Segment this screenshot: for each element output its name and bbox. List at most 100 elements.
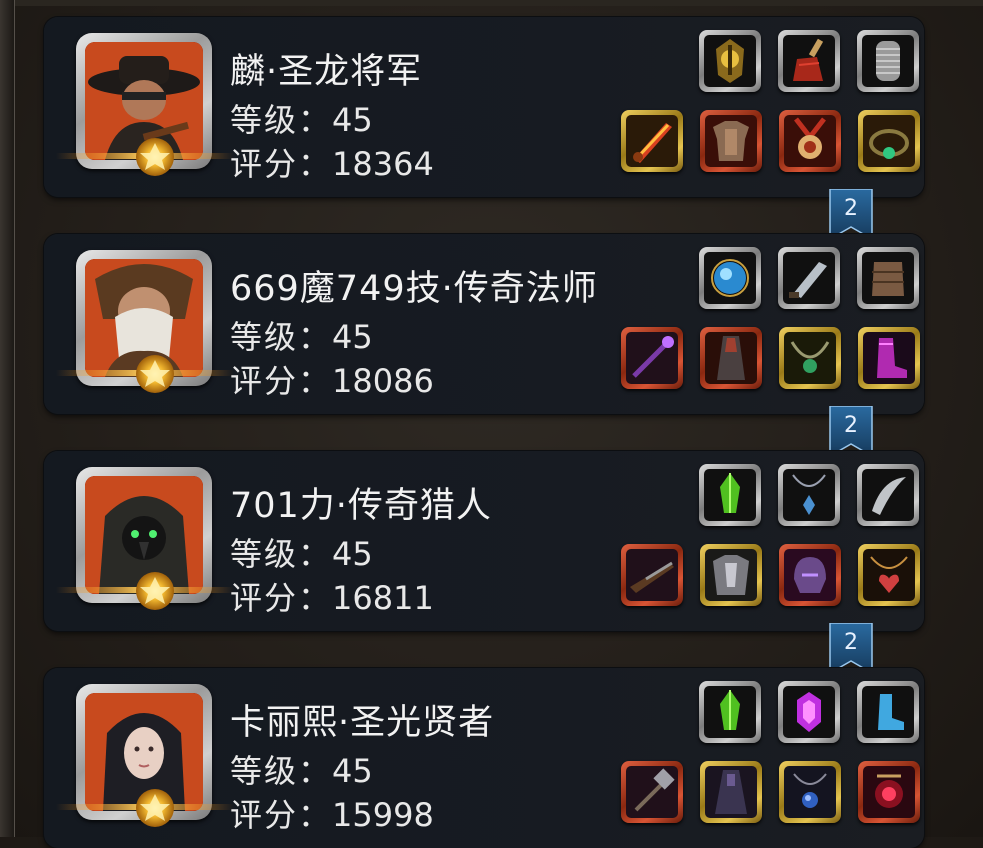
equipment-slot[interactable]	[621, 110, 683, 172]
level-label: 等级：	[230, 535, 333, 573]
equipment-slot[interactable]	[700, 544, 762, 606]
equipment-slot[interactable]	[621, 327, 683, 389]
equipment-slot[interactable]	[699, 464, 761, 526]
level-value: 45	[332, 101, 373, 139]
blue-orb-icon	[704, 252, 756, 304]
equipment-slot[interactable]	[700, 327, 762, 389]
player-score: 评分：18364	[230, 139, 434, 185]
green-necklace-icon	[784, 332, 836, 384]
hammer-icon	[626, 766, 678, 818]
dagger-icon	[783, 252, 835, 304]
rifle-icon	[626, 549, 678, 601]
level-value: 45	[332, 318, 373, 356]
rank-medal-icon	[56, 138, 234, 176]
purple-gem-icon	[783, 686, 835, 738]
equipment-slot[interactable]	[699, 247, 761, 309]
equipment-slot[interactable]	[778, 681, 840, 743]
level-label: 等级：	[230, 101, 333, 139]
equipment-slot[interactable]	[700, 761, 762, 823]
frame-top	[0, 0, 983, 6]
equipment-slot[interactable]	[621, 761, 683, 823]
leather-armor-icon	[862, 252, 914, 304]
player-score: 评分：18086	[230, 356, 434, 402]
equipment-slot[interactable]	[779, 544, 841, 606]
purple-staff-icon	[626, 332, 678, 384]
player-card[interactable]: 卡丽熙·圣光贤者 等级：45 评分：15998	[44, 668, 924, 848]
green-crystal-icon	[704, 686, 756, 738]
player-level: 等级：45	[230, 95, 373, 141]
medal-amulet-icon	[784, 115, 836, 167]
score-label: 评分：	[230, 362, 333, 400]
level-label: 等级：	[230, 318, 333, 356]
equipment-slot[interactable]	[857, 681, 919, 743]
equipment-slot[interactable]	[778, 247, 840, 309]
rank-ribbon: 2	[829, 406, 873, 456]
equipment-slot[interactable]	[699, 681, 761, 743]
equipment-slot[interactable]	[699, 30, 761, 92]
purple-helm-icon	[784, 549, 836, 601]
score-value: 18364	[332, 145, 434, 183]
score-value: 18086	[332, 362, 434, 400]
plate-armor-icon	[705, 549, 757, 601]
shadow-robe-icon	[705, 766, 757, 818]
player-card[interactable]: 701力·传奇猎人 等级：45 评分：16811	[44, 451, 924, 631]
level-value: 45	[332, 752, 373, 790]
player-card[interactable]: 麟·圣龙将军 等级：45 评分：18364	[44, 17, 924, 197]
chainmail-icon	[862, 35, 914, 87]
equipment-slot[interactable]	[779, 327, 841, 389]
player-score: 评分：15998	[230, 790, 434, 836]
score-label: 评分：	[230, 796, 333, 834]
rank-medal-icon	[56, 789, 234, 827]
equipment-slot[interactable]	[857, 247, 919, 309]
curved-blade-icon	[862, 469, 914, 521]
ribbon-number: 2	[844, 630, 858, 655]
player-score: 评分：16811	[230, 573, 434, 619]
score-value: 15998	[332, 796, 434, 834]
frame-left	[0, 0, 15, 837]
player-level: 等级：45	[230, 529, 373, 575]
rank-medal-icon	[56, 355, 234, 393]
red-tassel-icon	[783, 35, 835, 87]
player-name: 701力·传奇猎人	[230, 486, 492, 526]
player-name: 麟·圣龙将军	[230, 52, 423, 92]
score-value: 16811	[332, 579, 434, 617]
flame-sword-icon	[626, 115, 678, 167]
player-level: 等级：45	[230, 312, 373, 358]
equipment-slot[interactable]	[858, 327, 920, 389]
equipment-slot[interactable]	[700, 110, 762, 172]
equipment-slot[interactable]	[857, 464, 919, 526]
level-label: 等级：	[230, 752, 333, 790]
blue-pendant-icon	[783, 469, 835, 521]
level-value: 45	[332, 535, 373, 573]
player-name: 卡丽熙·圣光贤者	[230, 703, 495, 743]
magenta-boots-icon	[863, 332, 915, 384]
player-level: 等级：45	[230, 746, 373, 792]
ruby-talisman-icon	[863, 766, 915, 818]
player-card[interactable]: 669魔749技·传奇法师 等级：45 评分：18086	[44, 234, 924, 414]
sapphire-amulet-icon	[784, 766, 836, 818]
rank-ribbon: 2	[829, 189, 873, 239]
gold-mask-icon	[704, 35, 756, 87]
score-label: 评分：	[230, 579, 333, 617]
jade-ring-icon	[863, 115, 915, 167]
equipment-slot[interactable]	[858, 110, 920, 172]
equipment-slot[interactable]	[778, 464, 840, 526]
rank-ribbon: 2	[829, 623, 873, 673]
equipment-slot[interactable]	[857, 30, 919, 92]
score-label: 评分：	[230, 145, 333, 183]
green-crystal-icon	[704, 469, 756, 521]
player-name: 669魔749技·传奇法师	[230, 269, 598, 309]
equipment-slot[interactable]	[779, 761, 841, 823]
blue-boot-icon	[862, 686, 914, 738]
dark-robe-icon	[705, 332, 757, 384]
rank-medal-icon	[56, 572, 234, 610]
ribbon-number: 2	[844, 196, 858, 221]
heart-necklace-icon	[863, 549, 915, 601]
equipment-slot[interactable]	[858, 544, 920, 606]
armor-icon	[705, 115, 757, 167]
ribbon-number: 2	[844, 413, 858, 438]
equipment-slot[interactable]	[779, 110, 841, 172]
equipment-slot[interactable]	[778, 30, 840, 92]
equipment-slot[interactable]	[621, 544, 683, 606]
equipment-slot[interactable]	[858, 761, 920, 823]
